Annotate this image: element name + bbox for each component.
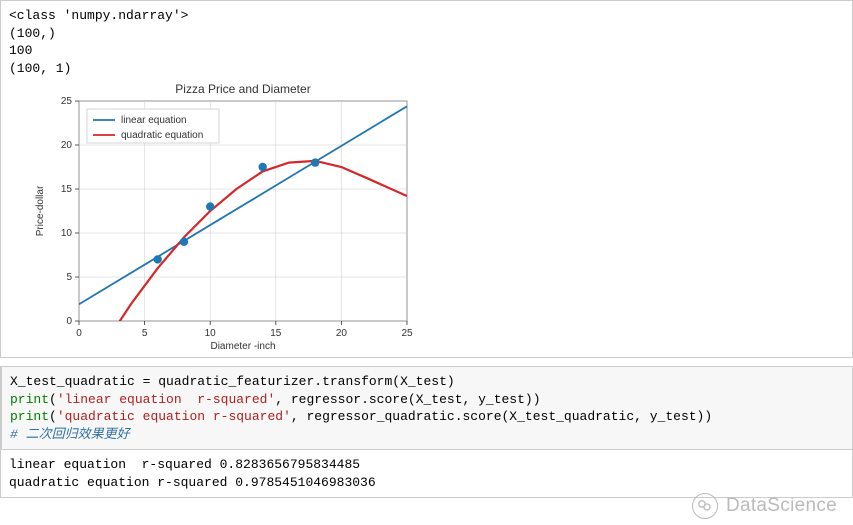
output-line: quadratic equation r-squared 0.978545104…: [9, 474, 844, 492]
svg-text:0: 0: [76, 328, 82, 339]
svg-text:25: 25: [61, 96, 73, 107]
code-keyword: print: [10, 409, 49, 424]
svg-text:Pizza Price and Diameter: Pizza Price and Diameter: [175, 82, 310, 96]
code-token: quadratic_featurizer.transform(X_test): [150, 374, 454, 389]
code-content: X_test_quadratic = quadratic_featurizer.…: [2, 367, 852, 449]
svg-text:10: 10: [205, 328, 217, 339]
svg-text:linear equation: linear equation: [121, 115, 187, 126]
wechat-icon: [692, 493, 718, 519]
code-token: , regressor.score(X_test, y_test)): [275, 392, 540, 407]
code-keyword: print: [10, 392, 49, 407]
output-line: 100: [9, 42, 844, 60]
svg-text:5: 5: [142, 328, 148, 339]
svg-text:Price-dollar: Price-dollar: [35, 185, 46, 236]
code-token: , regressor_quadratic.score(X_test_quadr…: [291, 409, 712, 424]
code-cell[interactable]: X_test_quadratic = quadratic_featurizer.…: [0, 366, 853, 450]
code-string: 'quadratic equation r-squared': [57, 409, 291, 424]
svg-text:25: 25: [401, 328, 413, 339]
code-comment: # 二次回归效果更好: [10, 427, 130, 442]
output-line: linear equation r-squared 0.828365679583…: [9, 456, 844, 474]
svg-text:15: 15: [61, 184, 73, 195]
svg-text:Diameter -inch: Diameter -inch: [210, 341, 275, 351]
output-line: (100, 1): [9, 60, 844, 78]
chart-figure: 00 5 5 10 10 15 15 20 20 25 25 Diameter -inch Price-…: [27, 81, 427, 351]
svg-text:0: 0: [66, 316, 72, 327]
watermark: DataScience: [692, 493, 837, 519]
svg-text:5: 5: [66, 272, 72, 283]
output-cell-top: <class 'numpy.ndarray'> (100,) 100 (100,…: [0, 0, 853, 358]
svg-text:quadratic equation: quadratic equation: [121, 130, 203, 141]
watermark-text: DataScience: [726, 495, 837, 517]
svg-text:20: 20: [336, 328, 348, 339]
output-cell-bottom: linear equation r-squared 0.828365679583…: [0, 450, 853, 498]
output-line: (100,): [9, 25, 844, 43]
code-token: X_test_quadratic: [10, 374, 143, 389]
output-line: <class 'numpy.ndarray'>: [9, 7, 844, 25]
svg-text:15: 15: [270, 328, 282, 339]
svg-text:20: 20: [61, 140, 73, 151]
svg-text:10: 10: [61, 228, 73, 239]
code-string: 'linear equation r-squared': [57, 392, 275, 407]
